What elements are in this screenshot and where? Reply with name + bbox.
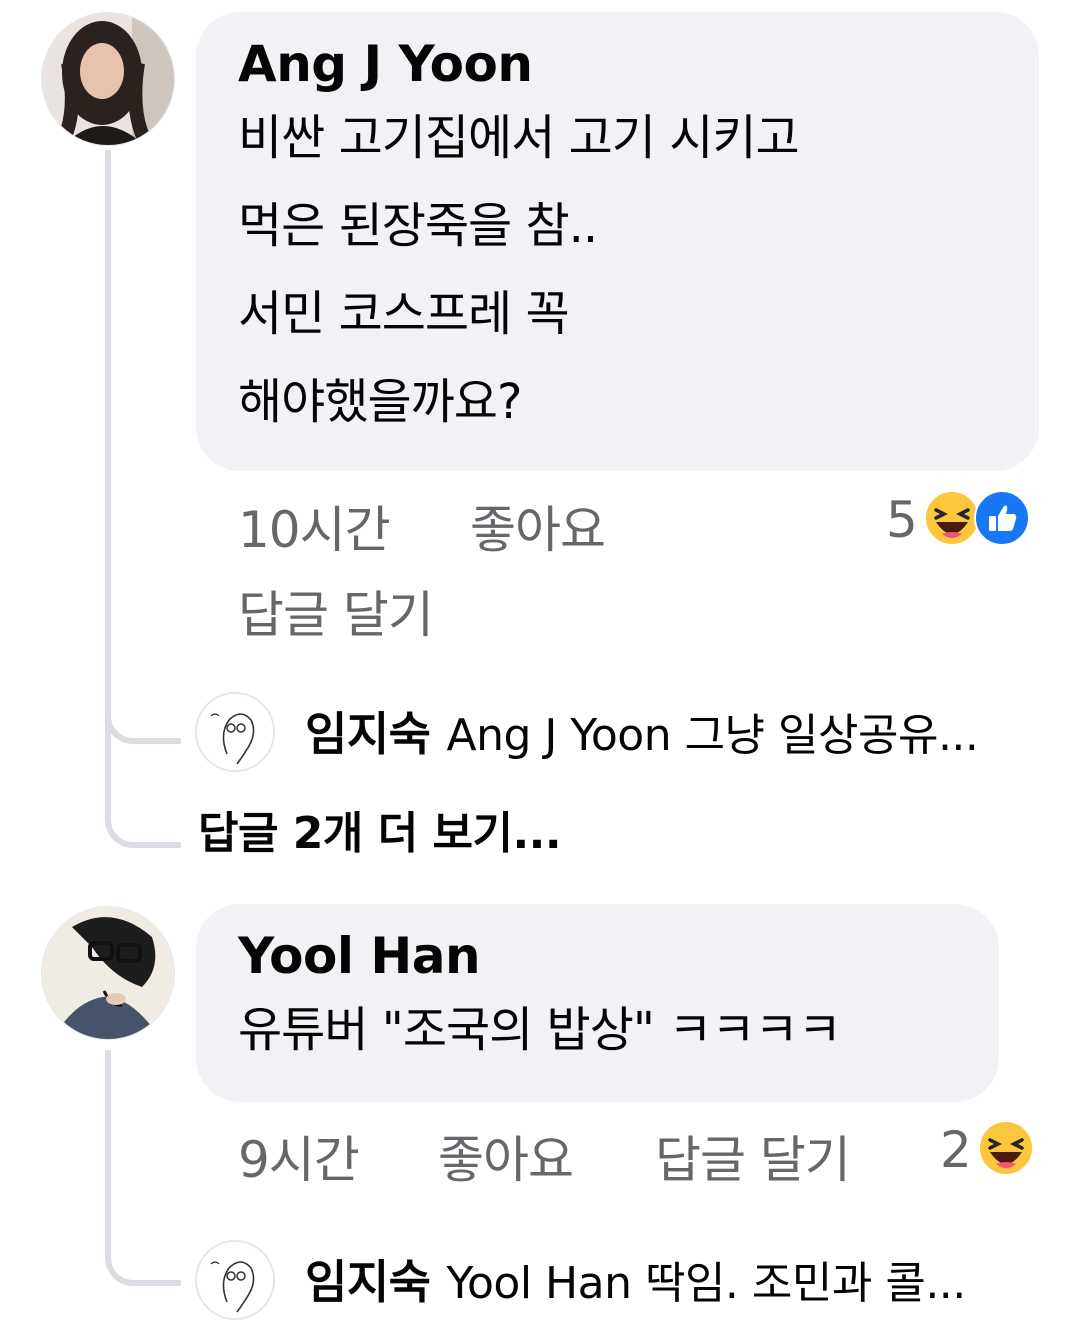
reaction-summary[interactable]: 5 — [886, 490, 1030, 550]
reply-author[interactable]: 임지숙 — [305, 707, 431, 761]
like-icon — [973, 490, 1030, 550]
reaction-summary[interactable]: 2 — [940, 1120, 1034, 1180]
comment-text-line: 먹은 된장죽을 참.. — [238, 198, 598, 254]
reply-snippet: Ang J Yoon 그냥 일상공유... — [446, 710, 979, 761]
thread-line — [105, 1050, 111, 1250]
comment-time[interactable]: 10시간 — [238, 500, 391, 560]
commenter-avatar[interactable] — [41, 906, 175, 1040]
comment-author[interactable]: Yool Han — [238, 926, 957, 986]
reaction-count: 2 — [940, 1121, 972, 1179]
commenter-avatar[interactable] — [41, 12, 175, 146]
reply-connector — [105, 1230, 181, 1286]
like-button[interactable]: 좋아요 — [438, 1130, 574, 1190]
comment-time[interactable]: 9시간 — [238, 1130, 360, 1190]
reply-preview[interactable]: 임지숙 Ang J Yoon 그냥 일상공유... — [305, 706, 1045, 764]
comment-text-line: 비싼 고기집에서 고기 시키고 — [238, 110, 800, 166]
reply-button[interactable]: 답글 달기 — [238, 585, 434, 645]
reply-avatar[interactable] — [195, 1240, 275, 1320]
reply-author[interactable]: 임지숙 — [305, 1255, 431, 1309]
like-button[interactable]: 좋아요 — [470, 500, 606, 560]
comment-bubble: Yool Han 유튜버 "조국의 밥상" ㅋㅋㅋㅋ — [196, 904, 999, 1102]
reply-preview[interactable]: 임지숙 Yool Han 딱임. 조민과 콜... — [305, 1254, 1045, 1312]
comment-author[interactable]: Ang J Yoon — [238, 34, 997, 94]
reply-button[interactable]: 답글 달기 — [655, 1130, 851, 1190]
comment-text-line: 해야했을까요? — [238, 374, 522, 430]
reply-snippet: Yool Han 딱임. 조민과 콜... — [446, 1258, 966, 1309]
reply-avatar[interactable] — [195, 692, 275, 772]
comment-text-line: 유튜버 "조국의 밥상" ㅋㅋㅋㅋ — [238, 1002, 842, 1058]
comment-bubble: Ang J Yoon 비싼 고기집에서 고기 시키고 먹은 된장죽을 참.. 서… — [196, 12, 1039, 471]
haha-icon — [977, 1120, 1034, 1180]
reaction-count: 5 — [886, 491, 918, 549]
haha-icon — [923, 490, 980, 550]
view-more-replies-link[interactable]: 답글 2개 더 보기... — [198, 806, 562, 862]
comment-text-line: 서민 코스프레 꼭 — [238, 286, 570, 342]
reply-connector — [105, 730, 181, 848]
thread-line — [105, 150, 111, 730]
